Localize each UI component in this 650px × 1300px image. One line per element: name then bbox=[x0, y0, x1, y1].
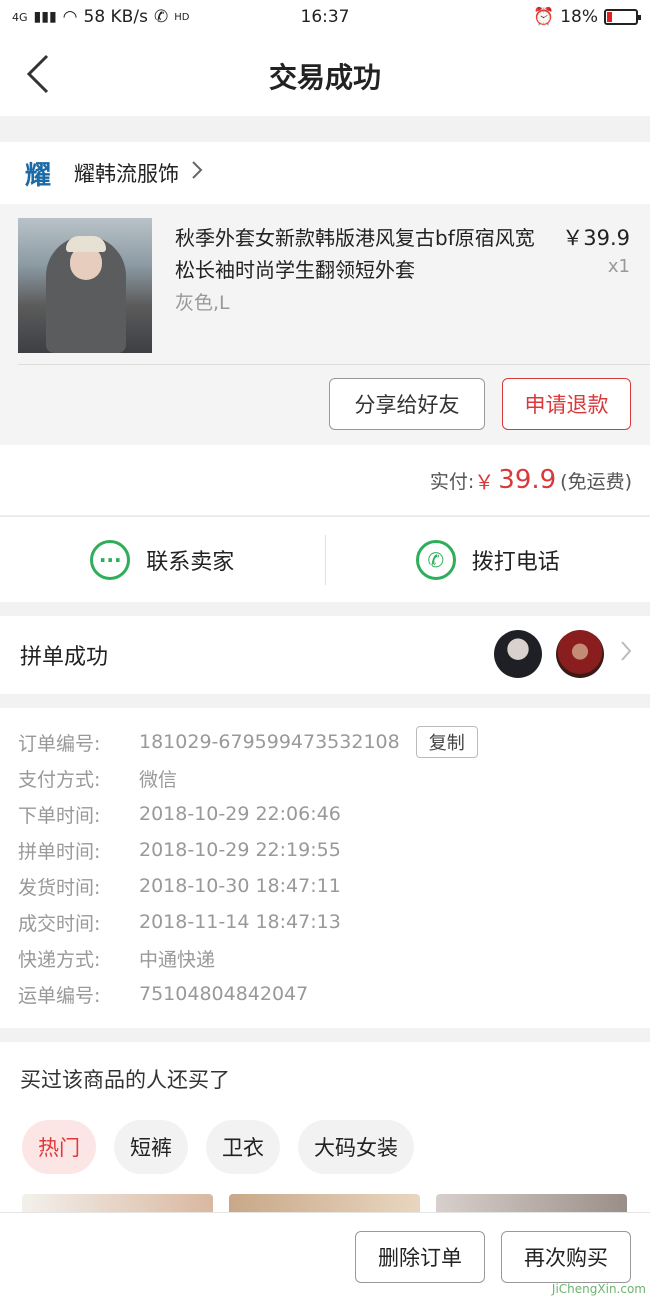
contact-seller-button[interactable]: ··· 联系卖家 bbox=[0, 517, 325, 602]
group-buy-label: 拼单成功 bbox=[20, 645, 109, 670]
wifi-icon: ◠ bbox=[62, 7, 78, 27]
phone-icon: ✆ bbox=[153, 7, 169, 27]
info-value: 2018-10-29 22:19:55 bbox=[139, 839, 341, 861]
info-row-courier: 快递方式: 中通快递 bbox=[18, 940, 650, 976]
paid-amount: 39.9 bbox=[498, 465, 557, 495]
recommendations-title: 买过该商品的人还买了 bbox=[20, 1068, 230, 1092]
product-spec: 灰色,L bbox=[175, 292, 230, 314]
info-row-order-number: 订单编号: 181029-679599473532108 复制 bbox=[18, 724, 650, 760]
info-key: 成交时间: bbox=[18, 912, 101, 935]
call-phone-label: 拨打电话 bbox=[471, 549, 560, 575]
request-refund-button[interactable]: 申请退款 bbox=[502, 378, 631, 430]
shipping-note: (免运费) bbox=[560, 470, 632, 493]
info-key: 支付方式: bbox=[18, 768, 101, 791]
share-to-friend-button[interactable]: 分享给好友 bbox=[329, 378, 485, 430]
info-key: 下单时间: bbox=[18, 804, 101, 827]
network-indicator: 4G bbox=[12, 10, 28, 24]
signal-icon: ▮▮▮ bbox=[33, 9, 57, 25]
chevron-right-icon bbox=[620, 640, 632, 668]
network-speed: 58 KB/s bbox=[83, 7, 148, 27]
status-bar: 4G ▮▮▮ ◠ 58 KB/s ✆ HD 16:37 ⏰ 18% bbox=[0, 0, 650, 34]
avatar bbox=[494, 630, 542, 678]
info-value: 75104804842047 bbox=[139, 983, 309, 1005]
bottom-action-bar: 删除订单 再次购买 JiChengXin.com bbox=[0, 1212, 650, 1300]
info-row-group-time: 拼单时间: 2018-10-29 22:19:55 bbox=[18, 832, 650, 868]
group-buy-row[interactable]: 拼单成功 bbox=[0, 616, 650, 694]
info-value: 微信 bbox=[139, 768, 178, 791]
shop-row[interactable]: 耀 耀韩流服饰 bbox=[0, 142, 650, 204]
delete-order-button[interactable]: 删除订单 bbox=[355, 1231, 485, 1283]
contact-bar: ··· 联系卖家 ✆ 拨打电话 bbox=[0, 516, 650, 602]
chat-bubble-icon: ··· bbox=[90, 539, 131, 580]
info-row-tracking-number: 运单编号: 75104804842047 bbox=[18, 976, 650, 1012]
contact-seller-label: 联系卖家 bbox=[146, 549, 235, 575]
copy-button[interactable]: 复制 bbox=[415, 726, 478, 758]
product-title: 秋季外套女新款韩版港风复古bf原宿风宽松长袖时尚学生翻领短外套 bbox=[175, 226, 535, 282]
info-key: 发货时间: bbox=[18, 876, 101, 899]
category-chips: 热门 短裤 卫衣 大码女装 bbox=[22, 1120, 414, 1174]
info-row-deal-time: 成交时间: 2018-11-14 18:47:13 bbox=[18, 904, 650, 940]
recommended-product-image[interactable] bbox=[436, 1194, 627, 1214]
info-key: 快递方式: bbox=[18, 948, 101, 971]
chevron-right-icon bbox=[191, 160, 203, 186]
recommended-product-image[interactable] bbox=[22, 1194, 213, 1214]
info-row-ship-time: 发货时间: 2018-10-30 18:47:11 bbox=[18, 868, 650, 904]
battery-percent: 18% bbox=[560, 7, 598, 27]
info-row-order-time: 下单时间: 2018-10-29 22:06:46 bbox=[18, 796, 650, 832]
currency-symbol: ￥ bbox=[474, 469, 495, 494]
order-number: 181029-679599473532108 bbox=[139, 731, 400, 753]
payment-summary: 实付: ￥ 39.9 (免运费) bbox=[0, 445, 650, 515]
info-key: 运单编号: bbox=[18, 984, 101, 1007]
product-image[interactable] bbox=[18, 218, 152, 353]
product-price: ￥39.9 bbox=[562, 226, 630, 250]
paid-label: 实付: bbox=[429, 470, 475, 493]
chip-plus-size[interactable]: 大码女装 bbox=[298, 1120, 414, 1174]
chip-shorts[interactable]: 短裤 bbox=[114, 1120, 188, 1174]
chip-hoodie[interactable]: 卫衣 bbox=[206, 1120, 280, 1174]
info-row-payment-method: 支付方式: 微信 bbox=[18, 760, 650, 796]
watermark: JiChengXin.com bbox=[551, 1282, 646, 1296]
divider bbox=[18, 364, 650, 365]
info-value: 中通快递 bbox=[139, 948, 216, 971]
product-card[interactable]: 秋季外套女新款韩版港风复古bf原宿风宽松长袖时尚学生翻领短外套 灰色,L ￥39… bbox=[0, 204, 650, 445]
info-value: 2018-11-14 18:47:13 bbox=[139, 911, 341, 933]
product-quantity: x1 bbox=[607, 256, 630, 277]
battery-icon bbox=[604, 9, 641, 25]
shop-logo: 耀 bbox=[24, 160, 51, 191]
page-title: 交易成功 bbox=[268, 61, 381, 94]
info-value: 2018-10-29 22:06:46 bbox=[139, 803, 341, 825]
shop-name: 耀韩流服饰 bbox=[74, 162, 179, 186]
info-key: 拼单时间: bbox=[18, 840, 101, 863]
info-key: 订单编号: bbox=[18, 732, 101, 755]
call-phone-button[interactable]: ✆ 拨打电话 bbox=[326, 517, 650, 602]
info-value: 2018-10-30 18:47:11 bbox=[139, 875, 341, 897]
hd-badge: HD bbox=[174, 11, 190, 23]
alarm-icon: ⏰ bbox=[533, 7, 555, 27]
nav-bar: 交易成功 bbox=[0, 34, 650, 116]
recommended-products bbox=[22, 1194, 627, 1214]
buy-again-button[interactable]: 再次购买 bbox=[501, 1231, 631, 1283]
clock: 16:37 bbox=[300, 7, 350, 27]
avatar bbox=[556, 630, 604, 678]
phone-icon: ✆ bbox=[415, 539, 456, 580]
recommended-product-image[interactable] bbox=[229, 1194, 420, 1214]
order-info: 订单编号: 181029-679599473532108 复制 支付方式: 微信… bbox=[0, 708, 650, 1028]
chip-hot[interactable]: 热门 bbox=[22, 1120, 96, 1174]
